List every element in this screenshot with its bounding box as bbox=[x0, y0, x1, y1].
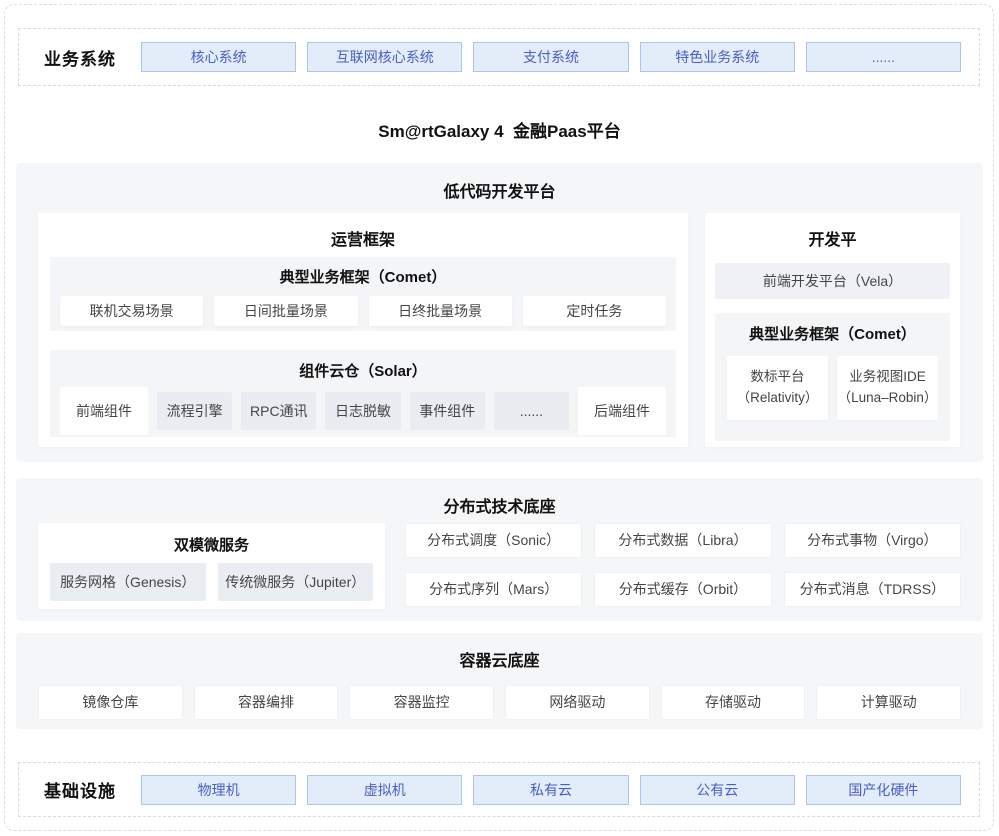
business-systems-row: 核心系统 互联网核心系统 支付系统 特色业务系统 ...... bbox=[141, 42, 961, 72]
distributed-cache-orbit: 分布式缓存（Orbit） bbox=[594, 572, 771, 607]
distributed-base-title: 分布式技术底座 bbox=[16, 478, 983, 517]
business-system-internet-core: 互联网核心系统 bbox=[307, 42, 462, 72]
dual-mode-chips: 服务网格（Genesis） 传统微服务（Jupiter） bbox=[38, 555, 385, 601]
container-base-section: 容器云底座 镜像仓库 容器编排 容器监控 网络驱动 存储驱动 计算驱动 bbox=[16, 633, 983, 729]
low-code-platform-section: 低代码开发平台 运营框架 典型业务框架（Comet） 联机交易场景 日间批量场景… bbox=[16, 163, 983, 462]
card-relativity: 数标平台 （Relativity） bbox=[727, 356, 828, 420]
distributed-transaction-virgo: 分布式事物（Virgo） bbox=[784, 523, 961, 558]
card-luna-robin-code: （Luna–Robin） bbox=[838, 388, 938, 409]
container-compute-driver: 计算驱动 bbox=[816, 685, 961, 720]
scenario-scheduled-task: 定时任务 bbox=[523, 296, 666, 326]
component-rpc: RPC通讯 bbox=[241, 392, 316, 430]
comet-framework-box: 典型业务框架（Comet） 联机交易场景 日间批量场景 日终批量场景 定时任务 bbox=[50, 257, 676, 331]
card-luna-robin: 业务视图IDE （Luna–Robin） bbox=[837, 356, 938, 420]
container-monitoring: 容器监控 bbox=[349, 685, 494, 720]
infra-physical-machine: 物理机 bbox=[141, 775, 296, 805]
scenario-daytime-batch: 日间批量场景 bbox=[214, 296, 357, 326]
dev-comet-title: 典型业务框架（Comet） bbox=[715, 313, 950, 344]
component-frontend: 前端组件 bbox=[60, 387, 148, 435]
card-luna-robin-name: 业务视图IDE bbox=[849, 367, 926, 388]
distributed-base-section: 分布式技术底座 双模微服务 服务网格（Genesis） 传统微服务（Jupite… bbox=[16, 478, 983, 621]
solar-components-row: 前端组件 流程引擎 RPC通讯 日志脱敏 事件组件 ...... 后端组件 bbox=[50, 381, 676, 435]
infra-domestic-hardware: 国产化硬件 bbox=[806, 775, 961, 805]
comet-framework-title: 典型业务框架（Comet） bbox=[50, 257, 676, 287]
infra-virtual-machine: 虚拟机 bbox=[307, 775, 462, 805]
dev-platform-box: 开发平 前端开发平台（Vela） 典型业务框架（Comet） 数标平台 （Rel… bbox=[705, 213, 960, 447]
distributed-sequence-mars: 分布式序列（Mars） bbox=[405, 572, 582, 607]
distributed-services-grid: 分布式调度（Sonic） 分布式数据（Libra） 分布式事物（Virgo） 分… bbox=[405, 523, 961, 607]
business-systems-band: 业务系统 核心系统 互联网核心系统 支付系统 特色业务系统 ...... bbox=[18, 28, 980, 86]
infra-public-cloud: 公有云 bbox=[640, 775, 795, 805]
component-process-engine: 流程引擎 bbox=[157, 392, 232, 430]
comet-scenarios-row: 联机交易场景 日间批量场景 日终批量场景 定时任务 bbox=[50, 287, 676, 326]
component-event: 事件组件 bbox=[410, 392, 485, 430]
low-code-platform-title: 低代码开发平台 bbox=[16, 163, 983, 202]
card-relativity-code: （Relativity） bbox=[737, 388, 819, 409]
container-orchestration: 容器编排 bbox=[194, 685, 339, 720]
container-base-row: 镜像仓库 容器编排 容器监控 网络驱动 存储驱动 计算驱动 bbox=[16, 671, 983, 720]
business-system-special: 特色业务系统 bbox=[640, 42, 795, 72]
infra-private-cloud: 私有云 bbox=[473, 775, 628, 805]
dev-comet-box: 典型业务框架（Comet） 数标平台 （Relativity） 业务视图IDE … bbox=[715, 313, 950, 441]
business-systems-label: 业务系统 bbox=[19, 45, 141, 70]
business-system-ellipsis: ...... bbox=[806, 42, 961, 72]
container-image-registry: 镜像仓库 bbox=[38, 685, 183, 720]
dev-comet-cards: 数标平台 （Relativity） 业务视图IDE （Luna–Robin） bbox=[715, 344, 950, 420]
component-ellipsis: ...... bbox=[494, 392, 569, 430]
distributed-scheduling-sonic: 分布式调度（Sonic） bbox=[405, 523, 582, 558]
infrastructure-row: 物理机 虚拟机 私有云 公有云 国产化硬件 bbox=[141, 775, 961, 805]
business-system-core: 核心系统 bbox=[141, 42, 296, 72]
solar-warehouse-title: 组件云仓（Solar） bbox=[50, 350, 676, 381]
scenario-endofday-batch: 日终批量场景 bbox=[369, 296, 512, 326]
container-network-driver: 网络驱动 bbox=[505, 685, 650, 720]
chip-jupiter-microservice: 传统微服务（Jupiter） bbox=[218, 563, 374, 601]
infrastructure-band: 基础设施 物理机 虚拟机 私有云 公有云 国产化硬件 bbox=[18, 762, 980, 817]
container-base-title: 容器云底座 bbox=[16, 633, 983, 671]
container-storage-driver: 存储驱动 bbox=[661, 685, 806, 720]
chip-genesis-mesh: 服务网格（Genesis） bbox=[50, 563, 206, 601]
infrastructure-label: 基础设施 bbox=[19, 777, 141, 802]
scenario-online-trading: 联机交易场景 bbox=[60, 296, 203, 326]
dual-mode-title: 双模微服务 bbox=[38, 523, 385, 555]
distributed-data-libra: 分布式数据（Libra） bbox=[594, 523, 771, 558]
dual-mode-microservice-box: 双模微服务 服务网格（Genesis） 传统微服务（Jupiter） bbox=[38, 523, 385, 609]
dev-platform-title: 开发平 bbox=[705, 226, 960, 250]
card-relativity-name: 数标平台 bbox=[751, 367, 805, 388]
vela-frontend-platform: 前端开发平台（Vela） bbox=[715, 263, 950, 299]
operation-framework-box: 运营框架 典型业务框架（Comet） 联机交易场景 日间批量场景 日终批量场景 … bbox=[38, 213, 688, 447]
component-log-masking: 日志脱敏 bbox=[325, 392, 400, 430]
solar-warehouse-box: 组件云仓（Solar） 前端组件 流程引擎 RPC通讯 日志脱敏 事件组件 ..… bbox=[50, 350, 676, 437]
architecture-diagram: 业务系统 核心系统 互联网核心系统 支付系统 特色业务系统 ...... Sm@… bbox=[0, 0, 999, 836]
page-title: Sm@rtGalaxy 4 金融Paas平台 bbox=[0, 117, 999, 142]
business-system-payment: 支付系统 bbox=[473, 42, 628, 72]
component-backend: 后端组件 bbox=[578, 387, 666, 435]
distributed-message-tdrss: 分布式消息（TDRSS） bbox=[784, 572, 961, 607]
operation-framework-title: 运营框架 bbox=[38, 226, 688, 250]
